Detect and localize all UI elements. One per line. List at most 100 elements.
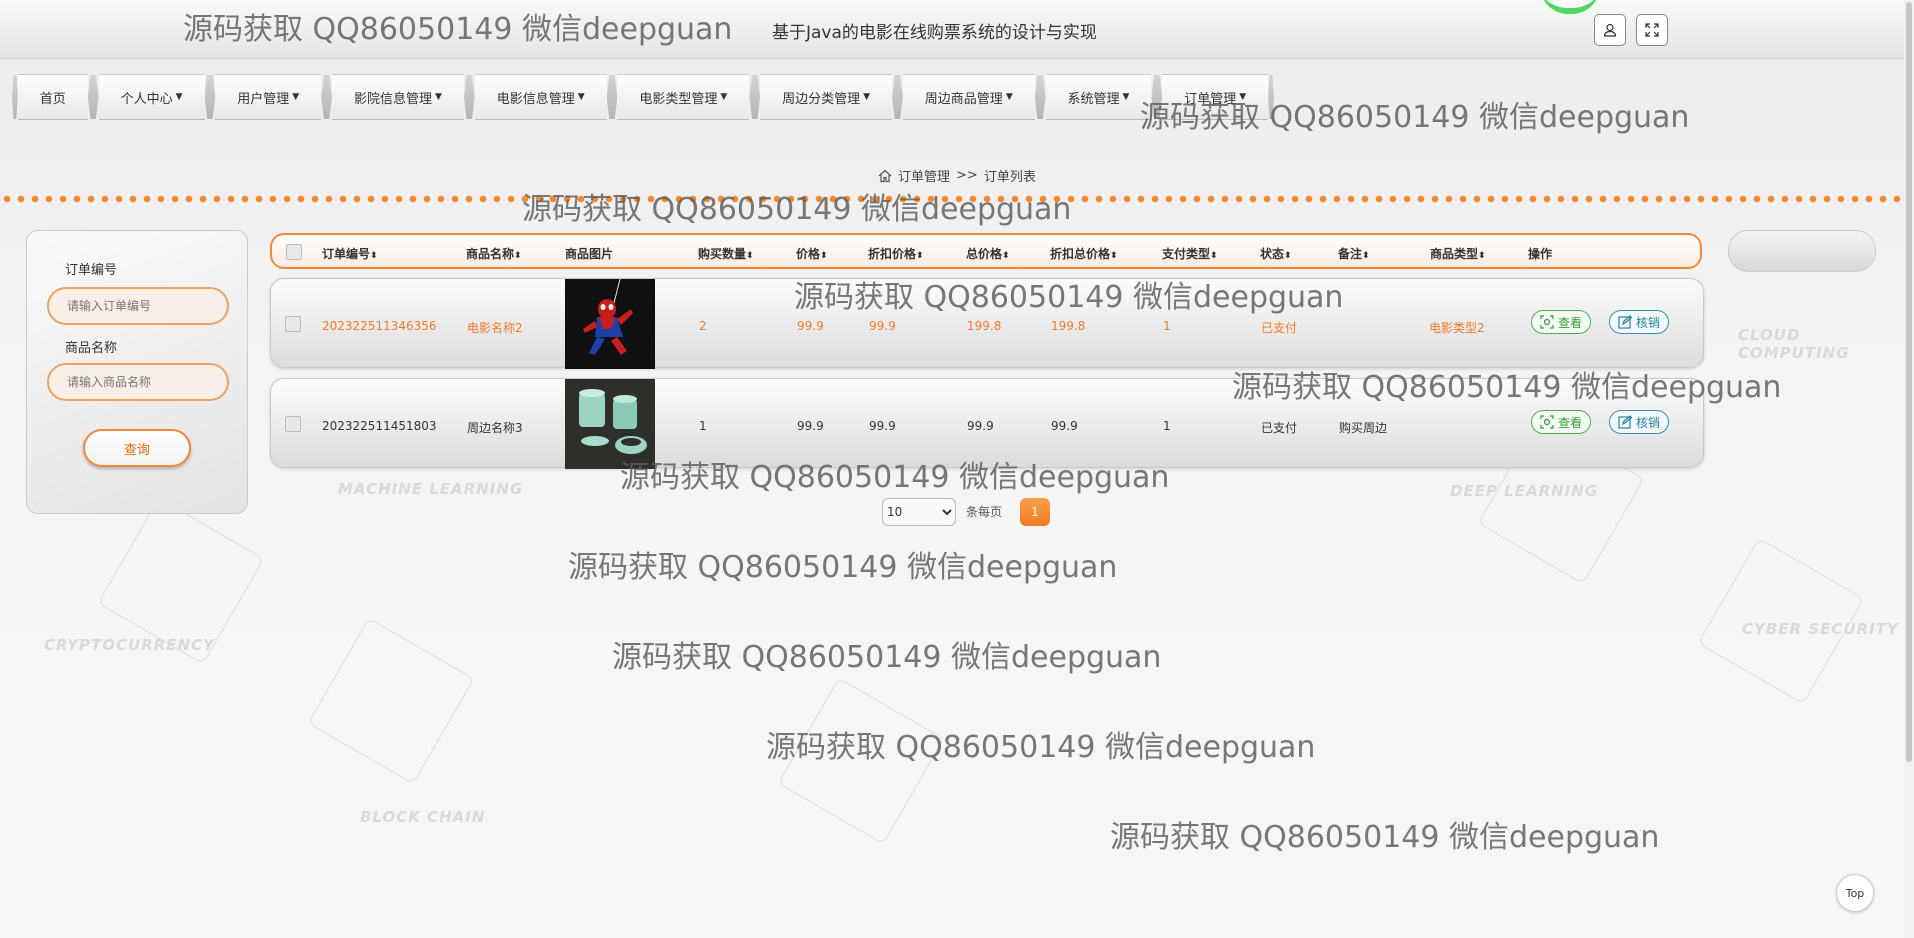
bg-label-cloud-computing: CLOUD COMPUTING bbox=[1738, 326, 1850, 362]
table-row[interactable]: 202322511451803 周边名称3 1 99.9 99.9 99.9 9… bbox=[270, 378, 1704, 469]
nav-separator bbox=[606, 75, 618, 119]
column-header-remark[interactable]: 备注⬍ bbox=[1338, 245, 1370, 262]
nav-item-merch-product-management[interactable]: 周边商品管理 ▼ bbox=[902, 74, 1035, 120]
nav-item-merch-category-management[interactable]: 周边分类管理 ▼ bbox=[760, 74, 893, 120]
caret-down-icon: ▼ bbox=[435, 92, 442, 102]
column-header-order-no[interactable]: 订单编号⬍ bbox=[322, 245, 378, 262]
nav-item-movie-type-management[interactable]: 电影类型管理 ▼ bbox=[617, 74, 750, 120]
side-pill-decoration bbox=[1728, 230, 1876, 272]
back-to-top-button[interactable]: Top bbox=[1836, 874, 1874, 912]
top-header: 基于Java的电影在线购票系统的设计与实现 bbox=[0, 0, 1904, 59]
nav-item-label: 系统管理 bbox=[1067, 91, 1120, 107]
cancel-button-label: 核销 bbox=[1636, 315, 1661, 330]
nav-item-cinema-management[interactable]: 影院信息管理 ▼ bbox=[331, 74, 464, 120]
nav-item-home[interactable]: 首页 bbox=[17, 74, 88, 120]
cell-quantity: 2 bbox=[699, 319, 707, 333]
nav-item-user-management[interactable]: 用户管理 ▼ bbox=[215, 74, 322, 120]
cell-total-price: 99.9 bbox=[967, 419, 994, 433]
cell-total-price: 199.8 bbox=[967, 319, 1002, 333]
breadcrumb-separator: >> bbox=[956, 168, 978, 183]
column-header-actions: 操作 bbox=[1528, 247, 1553, 261]
select-all-checkbox[interactable] bbox=[286, 244, 302, 260]
nav-separator bbox=[749, 75, 761, 119]
cancel-button[interactable]: 核销 bbox=[1609, 410, 1670, 434]
column-header-product-image: 商品图片 bbox=[565, 247, 614, 261]
breadcrumb-section[interactable]: 订单管理 bbox=[898, 166, 950, 185]
bg-label-block-chain: BLOCK CHAIN bbox=[360, 808, 486, 826]
scrollbar-thumb[interactable] bbox=[1906, 2, 1912, 762]
nav-item-label: 周边商品管理 bbox=[924, 91, 1003, 107]
user-profile-button[interactable] bbox=[1594, 14, 1626, 46]
sort-icon: ⬍ bbox=[746, 251, 754, 261]
decorative-arc bbox=[1540, 0, 1600, 14]
bg-label-cyber-security: CYBER SECURITY bbox=[1742, 620, 1899, 638]
watermark: 源码获取 QQ86050149 微信deepguan bbox=[568, 550, 1118, 585]
cell-product-name: 周边名称3 bbox=[467, 421, 523, 435]
cancel-button[interactable]: 核销 bbox=[1609, 310, 1670, 334]
dotted-divider bbox=[0, 193, 1904, 205]
caret-down-icon: ▼ bbox=[1239, 92, 1247, 102]
view-button[interactable]: 查看 bbox=[1531, 310, 1592, 334]
nav-item-label: 影院信息管理 bbox=[353, 91, 432, 107]
product-image-cups[interactable] bbox=[565, 379, 655, 469]
nav-item-label: 电影信息管理 bbox=[496, 91, 575, 107]
nav-separator bbox=[87, 75, 99, 119]
column-header-pay-type[interactable]: 支付类型⬍ bbox=[1162, 245, 1218, 262]
nav-item-movie-management[interactable]: 电影信息管理 ▼ bbox=[474, 74, 607, 120]
nav-item-label: 个人中心 bbox=[120, 91, 173, 107]
bg-label-machine-learning: MACHINE LEARNING bbox=[338, 480, 524, 498]
caret-down-icon: ▼ bbox=[175, 92, 183, 102]
view-button-label: 查看 bbox=[1558, 315, 1583, 330]
per-page-label: 条每页 bbox=[966, 505, 1003, 519]
sort-icon: ⬍ bbox=[1210, 251, 1218, 261]
sort-icon: ⬍ bbox=[1002, 251, 1010, 261]
vertical-scrollbar[interactable] bbox=[1904, 0, 1914, 938]
order-no-input[interactable] bbox=[47, 287, 229, 325]
main-navigation: 首页 个人中心 ▼ 用户管理 ▼ 影院信息管理 ▼ 电影信息管理 ▼ 电影类型管理 ▼ 周… bbox=[12, 74, 1274, 120]
fullscreen-button[interactable] bbox=[1636, 14, 1668, 46]
nav-item-label: 首页 bbox=[39, 91, 66, 107]
nav-item-label: 用户管理 bbox=[237, 91, 290, 107]
cell-status: 已支付 bbox=[1261, 321, 1298, 335]
nav-separator bbox=[1151, 75, 1163, 119]
cell-discount-price: 99.9 bbox=[869, 419, 896, 433]
nav-item-label: 订单管理 bbox=[1184, 91, 1237, 107]
search-panel: 订单编号 商品名称 查询 bbox=[26, 230, 248, 514]
product-image-spiderman[interactable] bbox=[565, 278, 655, 369]
view-button[interactable]: 查看 bbox=[1531, 410, 1592, 434]
table-row[interactable]: 202322511346356 电影名称2 2 99.9 99.9 199.8 … bbox=[270, 278, 1704, 369]
column-header-discount-total[interactable]: 折扣总价格⬍ bbox=[1050, 245, 1118, 262]
row-checkbox[interactable] bbox=[285, 416, 301, 432]
column-header-quantity[interactable]: 购买数量⬍ bbox=[698, 245, 754, 262]
sort-icon: ⬍ bbox=[1478, 251, 1486, 261]
caret-down-icon: ▼ bbox=[863, 92, 871, 102]
row-checkbox[interactable] bbox=[285, 316, 301, 332]
page-number-button[interactable]: 1 bbox=[1020, 498, 1050, 526]
column-header-status[interactable]: 状态⬍ bbox=[1260, 245, 1292, 262]
edit-icon bbox=[1618, 415, 1632, 429]
page-size-select[interactable]: 10 bbox=[882, 498, 956, 526]
user-icon bbox=[1603, 23, 1617, 37]
watermark: 源码获取 QQ86050149 微信deepguan bbox=[612, 640, 1162, 675]
product-name-input[interactable] bbox=[47, 363, 229, 401]
caret-down-icon: ▼ bbox=[720, 92, 728, 102]
nav-item-personal-center[interactable]: 个人中心 ▼ bbox=[98, 74, 205, 120]
nav-separator bbox=[1268, 75, 1274, 119]
column-header-product-name[interactable]: 商品名称⬍ bbox=[466, 245, 522, 262]
cell-product-name: 电影名称2 bbox=[467, 321, 523, 335]
nav-item-order-management[interactable]: 订单管理 ▼ bbox=[1162, 74, 1269, 120]
breadcrumb-current: 订单列表 bbox=[983, 170, 1036, 185]
expand-icon bbox=[1645, 23, 1659, 37]
sort-icon: ⬍ bbox=[916, 251, 924, 261]
column-header-price[interactable]: 价格⬍ bbox=[796, 245, 828, 262]
sort-icon: ⬍ bbox=[1284, 251, 1292, 261]
cell-discount-total: 199.8 bbox=[1051, 319, 1086, 333]
column-header-product-type[interactable]: 商品类型⬍ bbox=[1430, 245, 1486, 262]
search-button[interactable]: 查询 bbox=[83, 429, 191, 467]
column-header-discount-price[interactable]: 折扣价格⬍ bbox=[868, 245, 924, 262]
system-title: 基于Java的电影在线购票系统的设计与实现 bbox=[772, 23, 1097, 43]
bg-label-deep-learning: DEEP LEARNING bbox=[1450, 482, 1599, 500]
column-header-total-price[interactable]: 总价格⬍ bbox=[966, 245, 1010, 262]
nav-item-system-management[interactable]: 系统管理 ▼ bbox=[1045, 74, 1152, 120]
cell-quantity: 1 bbox=[699, 419, 707, 433]
